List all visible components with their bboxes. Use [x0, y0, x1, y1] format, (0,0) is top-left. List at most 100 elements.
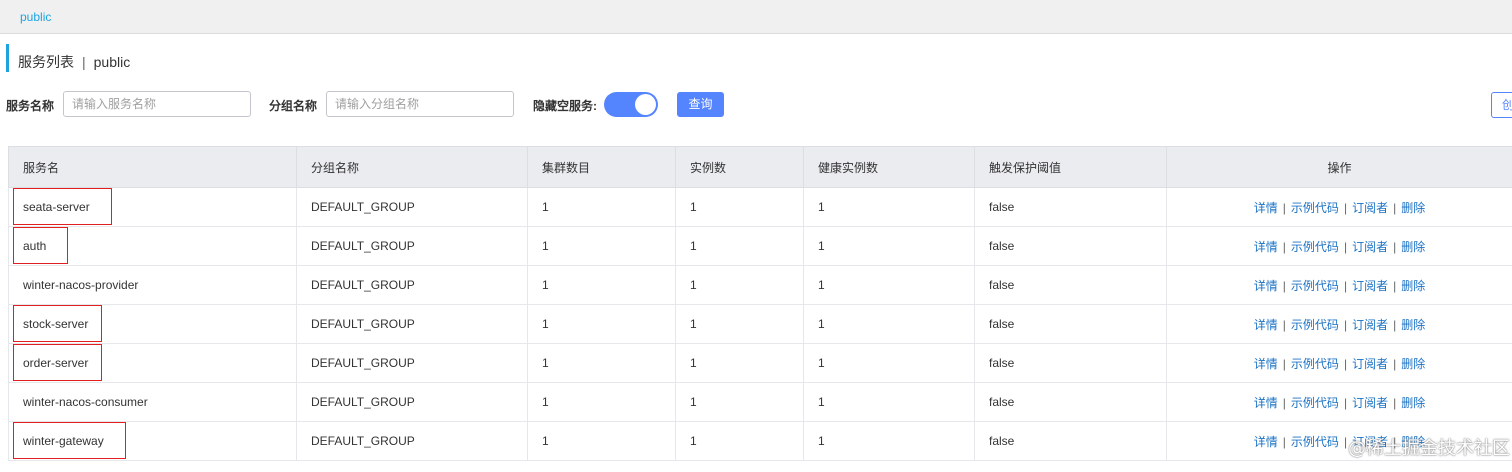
- cell-service-name: winter-nacos-consumer: [8, 382, 297, 422]
- cell-group-name: DEFAULT_GROUP: [296, 382, 528, 422]
- page-title: 服务列表 | public: [18, 52, 130, 72]
- table-row: winter-nacos-provider DEFAULT_GROUP 1 1 1 fal…: [8, 265, 1512, 305]
- action-separator: |: [1393, 317, 1397, 332]
- cell-cluster-count: 1: [527, 226, 676, 266]
- cell-protect-threshold: false: [974, 382, 1167, 422]
- action-separator: |: [1282, 317, 1286, 332]
- subscribers-link[interactable]: 订阅者: [1352, 396, 1388, 410]
- cell-protect-threshold: false: [974, 187, 1167, 227]
- highlighted-service-name: stock-server: [12, 305, 103, 342]
- namespace-tab-public[interactable]: public: [20, 10, 51, 24]
- cell-group-name: DEFAULT_GROUP: [296, 187, 528, 227]
- column-header-protect-threshold: 触发保护阈值: [974, 146, 1167, 188]
- cell-cluster-count: 1: [527, 187, 676, 227]
- delete-link[interactable]: 删除: [1401, 240, 1425, 254]
- delete-link[interactable]: 删除: [1401, 279, 1425, 293]
- cell-instance-count: 1: [675, 343, 804, 383]
- table-header-row: 服务名 分组名称 集群数目 实例数 健康实例数 触发保护阈值 操作: [8, 146, 1512, 188]
- cell-service-name: stock-server: [8, 304, 297, 344]
- column-header-healthy-count: 健康实例数: [803, 146, 975, 188]
- subscribers-link[interactable]: 订阅者: [1352, 318, 1388, 332]
- table-row: winter-gateway DEFAULT_GROUP 1 1 1 false 详情 | 示例…: [8, 421, 1512, 461]
- action-separator: |: [1343, 200, 1348, 215]
- sample-code-link[interactable]: 示例代码: [1291, 357, 1339, 371]
- details-link[interactable]: 详情: [1254, 201, 1278, 215]
- cell-cluster-count: 1: [527, 343, 676, 383]
- table-row: order-server DEFAULT_GROUP 1 1 1 false 详情 | 示例代码…: [8, 343, 1512, 383]
- details-link[interactable]: 详情: [1254, 435, 1278, 449]
- sample-code-link[interactable]: 示例代码: [1291, 396, 1339, 410]
- action-separator: |: [1393, 200, 1397, 215]
- details-link[interactable]: 详情: [1254, 396, 1278, 410]
- cell-group-name: DEFAULT_GROUP: [296, 265, 528, 305]
- cell-healthy-count: 1: [803, 187, 975, 227]
- group-name-input[interactable]: [326, 91, 514, 117]
- sample-code-link[interactable]: 示例代码: [1291, 318, 1339, 332]
- sample-code-link[interactable]: 示例代码: [1291, 240, 1339, 254]
- cell-service-name: order-server: [8, 343, 297, 383]
- column-header-group-name: 分组名称: [296, 146, 528, 188]
- delete-link[interactable]: 删除: [1401, 357, 1425, 371]
- service-table: 服务名 分组名称 集群数目 实例数 健康实例数 触发保护阈值 操作 seata-…: [8, 146, 1512, 461]
- page-title-main: 服务列表: [18, 54, 74, 70]
- service-name: winter-nacos-consumer: [23, 395, 148, 409]
- delete-link[interactable]: 删除: [1401, 201, 1425, 215]
- cell-instance-count: 1: [675, 304, 804, 344]
- table-row: auth DEFAULT_GROUP 1 1 1 false 详情 | 示例代码 | 订阅者 | 删除: [8, 226, 1512, 266]
- title-accent-bar: [6, 44, 9, 72]
- cell-actions: 详情 | 示例代码 | 订阅者 | 删除: [1166, 265, 1512, 305]
- cell-group-name: DEFAULT_GROUP: [296, 226, 528, 266]
- action-separator: |: [1393, 239, 1397, 254]
- action-separator: |: [1343, 239, 1348, 254]
- highlighted-service-name: order-server: [12, 344, 103, 381]
- sample-code-link[interactable]: 示例代码: [1291, 201, 1339, 215]
- highlighted-service-name: winter-gateway: [13, 422, 126, 459]
- action-separator: |: [1343, 434, 1348, 449]
- hide-empty-toggle[interactable]: [604, 92, 658, 117]
- create-service-button[interactable]: 创: [1491, 92, 1512, 118]
- cell-healthy-count: 1: [803, 226, 975, 266]
- details-link[interactable]: 详情: [1254, 357, 1278, 371]
- delete-link[interactable]: 删除: [1401, 318, 1425, 332]
- query-button[interactable]: 查询: [677, 92, 724, 117]
- service-name-input[interactable]: [63, 91, 251, 117]
- cell-healthy-count: 1: [803, 304, 975, 344]
- action-separator: |: [1343, 278, 1348, 293]
- subscribers-link[interactable]: 订阅者: [1352, 357, 1388, 371]
- page-title-separator: |: [82, 54, 86, 70]
- cell-service-name: winter-nacos-provider: [8, 265, 297, 305]
- details-link[interactable]: 详情: [1254, 279, 1278, 293]
- action-separator: |: [1282, 395, 1286, 410]
- column-header-cluster-count: 集群数目: [527, 146, 676, 188]
- details-link[interactable]: 详情: [1254, 318, 1278, 332]
- cell-protect-threshold: false: [974, 265, 1167, 305]
- column-header-actions: 操作: [1166, 146, 1512, 188]
- table-row: winter-nacos-consumer DEFAULT_GROUP 1 1 1 fal…: [8, 382, 1512, 422]
- cell-cluster-count: 1: [527, 265, 676, 305]
- table-row: stock-server DEFAULT_GROUP 1 1 1 false 详情 | 示例代码…: [8, 304, 1512, 344]
- action-separator: |: [1393, 278, 1397, 293]
- group-name-label: 分组名称: [269, 99, 318, 113]
- cell-instance-count: 1: [675, 226, 804, 266]
- cell-protect-threshold: false: [974, 304, 1167, 344]
- action-separator: |: [1282, 239, 1286, 254]
- highlighted-service-name: seata-server: [13, 188, 112, 225]
- toggle-knob: [635, 94, 656, 115]
- cell-actions: 详情 | 示例代码 | 订阅者 | 删除: [1166, 382, 1512, 422]
- cell-healthy-count: 1: [803, 265, 975, 305]
- subscribers-link[interactable]: 订阅者: [1352, 240, 1388, 254]
- subscribers-link[interactable]: 订阅者: [1352, 201, 1388, 215]
- cell-actions: 详情 | 示例代码 | 订阅者 | 删除: [1166, 304, 1512, 344]
- watermark: @稀土掘金技术社区: [1348, 438, 1510, 459]
- cell-protect-threshold: false: [974, 343, 1167, 383]
- service-name-label: 服务名称: [6, 99, 55, 113]
- delete-link[interactable]: 删除: [1401, 396, 1425, 410]
- namespace-bar: public: [0, 0, 1512, 34]
- subscribers-link[interactable]: 订阅者: [1352, 279, 1388, 293]
- action-separator: |: [1393, 395, 1397, 410]
- sample-code-link[interactable]: 示例代码: [1291, 435, 1339, 449]
- sample-code-link[interactable]: 示例代码: [1291, 279, 1339, 293]
- action-separator: |: [1282, 356, 1286, 371]
- cell-actions: 详情 | 示例代码 | 订阅者 | 删除: [1166, 226, 1512, 266]
- details-link[interactable]: 详情: [1254, 240, 1278, 254]
